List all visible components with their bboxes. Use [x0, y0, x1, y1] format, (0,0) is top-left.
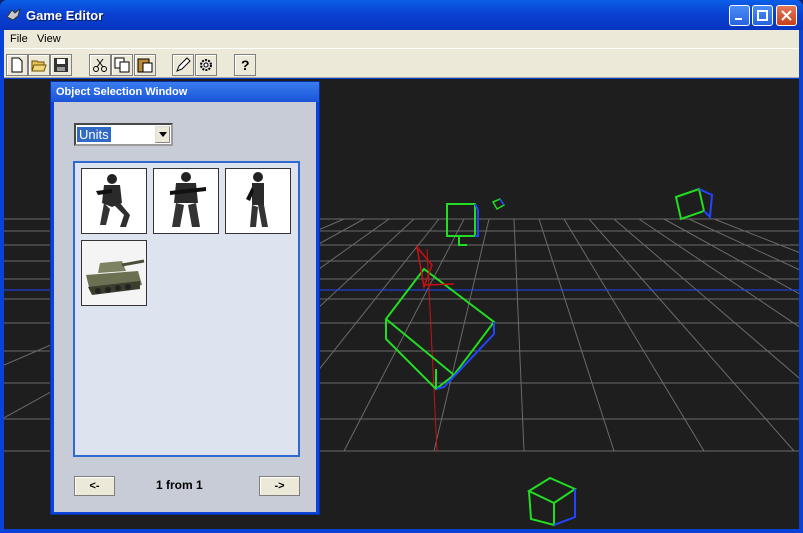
soldier-standing-image: [170, 172, 206, 227]
prev-page-button[interactable]: <-: [74, 476, 115, 496]
settings-button[interactable]: [195, 54, 217, 76]
menu-view[interactable]: View: [37, 33, 61, 45]
object-small-cube[interactable]: [491, 198, 506, 211]
help-button[interactable]: ?: [234, 54, 256, 76]
copy-button[interactable]: [111, 54, 133, 76]
save-button[interactable]: [50, 54, 72, 76]
copy-icon: [114, 57, 130, 73]
category-value[interactable]: Units: [77, 127, 111, 142]
window-title: Game Editor: [26, 8, 104, 23]
maximize-button[interactable]: [752, 5, 773, 26]
object-cube-back[interactable]: [446, 203, 479, 246]
soldier-side-image: [246, 172, 268, 227]
cut-icon: [93, 58, 107, 72]
save-icon: [54, 58, 68, 72]
dropdown-arrow-button[interactable]: [155, 126, 170, 143]
tank-image: [82, 241, 146, 305]
object-grid: [73, 161, 300, 457]
title-bar[interactable]: Game Editor: [0, 0, 803, 30]
game-editor-window: Game Editor File View ? Object Selection…: [0, 0, 803, 533]
unit-thumb-soldier-standing[interactable]: [153, 168, 219, 234]
category-dropdown[interactable]: Units: [74, 123, 173, 146]
edit-button[interactable]: [172, 54, 194, 76]
open-button[interactable]: [28, 54, 50, 76]
new-file-icon: [11, 57, 23, 73]
minimize-button[interactable]: [729, 5, 750, 26]
app-icon: [6, 7, 21, 21]
svg-text:?: ?: [241, 57, 250, 73]
unit-thumb-tank[interactable]: [81, 240, 147, 306]
next-page-button[interactable]: ->: [259, 476, 300, 496]
unit-thumb-soldier-side[interactable]: [225, 168, 291, 234]
object-cube-bottom[interactable]: [526, 476, 578, 527]
close-icon: [781, 10, 792, 21]
minimize-icon: [735, 18, 742, 20]
panel-body: Units <- 1 from 1 ->: [54, 102, 316, 512]
page-indicator: 1 from 1: [156, 478, 203, 492]
menu-bar: File View: [4, 30, 799, 48]
paste-icon: [137, 58, 153, 73]
open-folder-icon: [31, 60, 47, 72]
edit-icon: [176, 57, 191, 72]
toolbar: ?: [4, 48, 799, 78]
paste-button[interactable]: [134, 54, 156, 76]
help-icon: ?: [241, 57, 250, 73]
close-button[interactable]: [776, 5, 797, 26]
object-selection-window[interactable]: Object Selection Window Units <- 1 from …: [50, 81, 320, 515]
cut-button[interactable]: [89, 54, 111, 76]
new-file-button[interactable]: [6, 54, 28, 76]
unit-thumb-soldier-crouching[interactable]: [81, 168, 147, 234]
object-cube-right[interactable]: [674, 187, 714, 221]
chevron-down-icon: [159, 132, 167, 137]
menu-file[interactable]: File: [10, 33, 28, 45]
maximize-icon: [757, 10, 768, 21]
panel-title[interactable]: Object Selection Window: [51, 82, 319, 102]
settings-icon: [200, 59, 212, 71]
soldier-crouching-image: [96, 174, 130, 227]
